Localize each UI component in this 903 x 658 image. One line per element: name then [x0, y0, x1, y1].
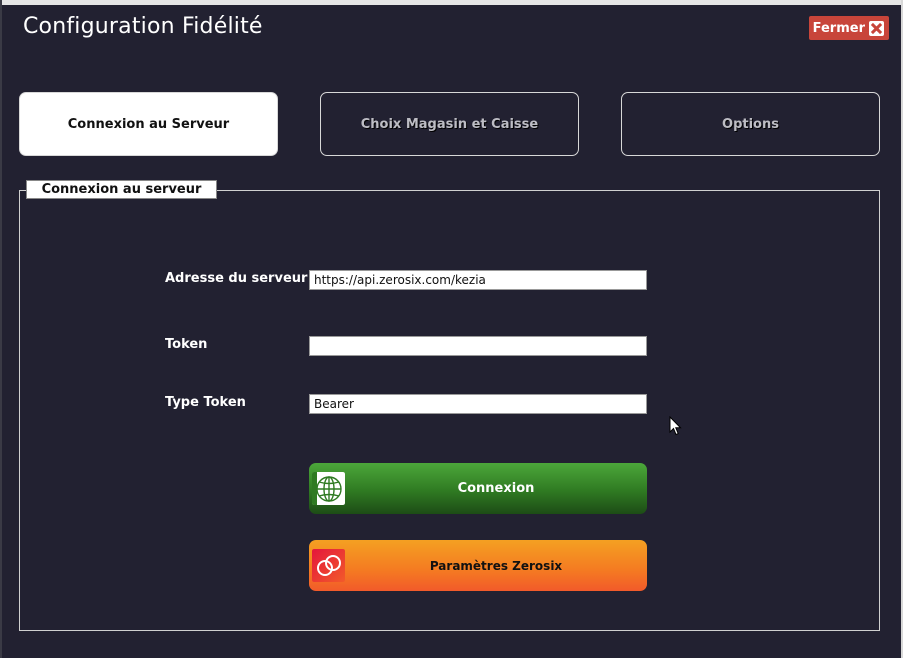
- zerosix-settings-button-label: Paramètres Zerosix: [429, 558, 563, 573]
- close-button[interactable]: Fermer: [809, 16, 889, 40]
- token-input[interactable]: [309, 336, 647, 356]
- token-label: Token: [165, 337, 208, 352]
- token-type-input[interactable]: [309, 394, 647, 414]
- tab-connexion-serveur[interactable]: Connexion au Serveur: [19, 92, 278, 156]
- panel-title: Connexion au serveur: [26, 180, 217, 199]
- connexion-button-label: Connexion: [457, 481, 535, 496]
- tab-options[interactable]: Options: [621, 92, 880, 156]
- token-type-label: Type Token: [165, 395, 246, 410]
- close-button-label: Fermer: [812, 20, 865, 36]
- zerosix-settings-button[interactable]: Paramètres Zerosix: [309, 540, 647, 591]
- mouse-cursor-icon: [669, 416, 682, 436]
- window-title: Configuration Fidélité: [23, 14, 263, 39]
- window-top-border: [0, 0, 903, 5]
- server-address-label: Adresse du serveur: [165, 271, 308, 286]
- window-left-border: [0, 0, 2, 658]
- tab-choix-magasin-caisse[interactable]: Choix Magasin et Caisse: [320, 92, 579, 156]
- connexion-button[interactable]: Connexion: [309, 463, 647, 514]
- zerosix-logo-icon: [312, 549, 345, 582]
- close-icon: [869, 20, 884, 36]
- globe-icon: [312, 472, 345, 505]
- server-address-input[interactable]: [309, 270, 647, 290]
